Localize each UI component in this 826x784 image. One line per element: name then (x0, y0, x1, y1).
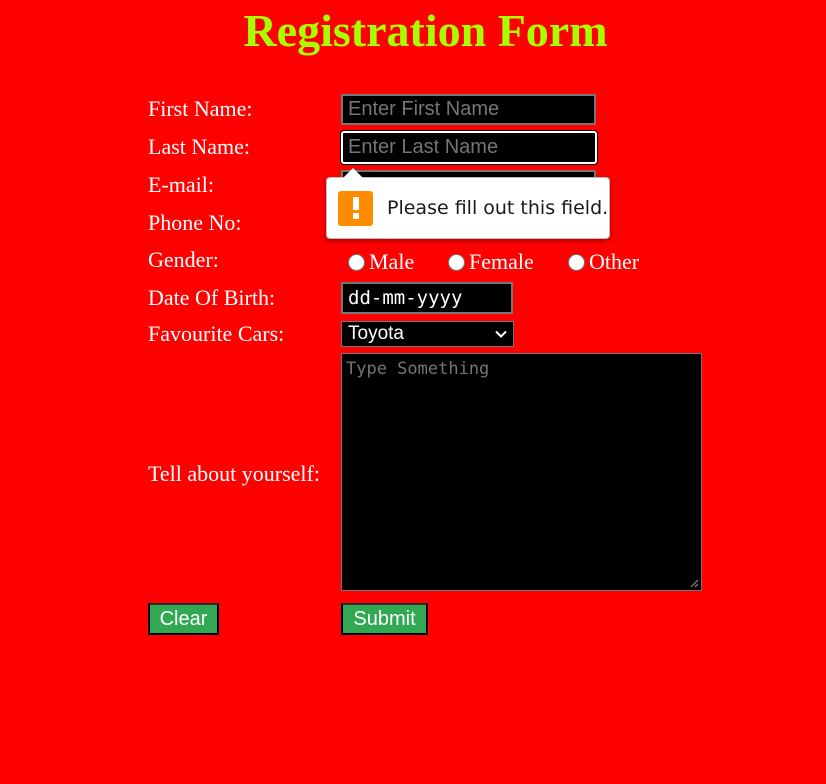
male-radio[interactable] (348, 253, 365, 271)
email-label: E-mail: (148, 172, 214, 197)
other-radio-label: Other (589, 249, 640, 274)
chevron-down-icon (495, 330, 507, 338)
female-radio-label: Female (469, 249, 534, 274)
phone-label: Phone No: (148, 210, 242, 235)
female-radio[interactable] (448, 253, 465, 271)
cars-label: Favourite Cars: (148, 321, 285, 346)
dob-input[interactable]: dd-mm-yyyy (341, 282, 513, 314)
last-name-input[interactable] (341, 131, 597, 164)
tooltip-message: Please fill out this field. (387, 197, 609, 219)
page-title: Registration Form (243, 5, 608, 56)
submit-button[interactable]: Submit (341, 603, 428, 635)
dob-label: Date Of Birth: (148, 285, 276, 310)
cars-select[interactable]: Toyota (341, 321, 514, 347)
gender-option-female[interactable]: Female (448, 249, 534, 275)
gender-option-other[interactable]: Other (568, 249, 639, 275)
tooltip-arrow (343, 168, 363, 178)
other-radio[interactable] (568, 253, 585, 271)
about-placeholder: Type Something (346, 359, 490, 379)
resize-grip-icon[interactable] (689, 578, 699, 588)
gender-option-male[interactable]: Male (348, 249, 414, 275)
male-radio-label: Male (369, 249, 415, 274)
first-name-input[interactable] (341, 94, 596, 125)
validation-tooltip: Please fill out this field. (326, 168, 610, 239)
warning-icon (338, 190, 373, 226)
clear-button[interactable]: Clear (148, 603, 219, 635)
first-name-label: First Name: (148, 96, 253, 121)
cars-selected-value: Toyota (348, 323, 404, 344)
about-textarea[interactable]: Type Something (341, 353, 702, 591)
last-name-label: Last Name: (148, 134, 251, 159)
gender-label: Gender: (148, 247, 219, 272)
about-label: Tell about yourself: (148, 461, 320, 486)
